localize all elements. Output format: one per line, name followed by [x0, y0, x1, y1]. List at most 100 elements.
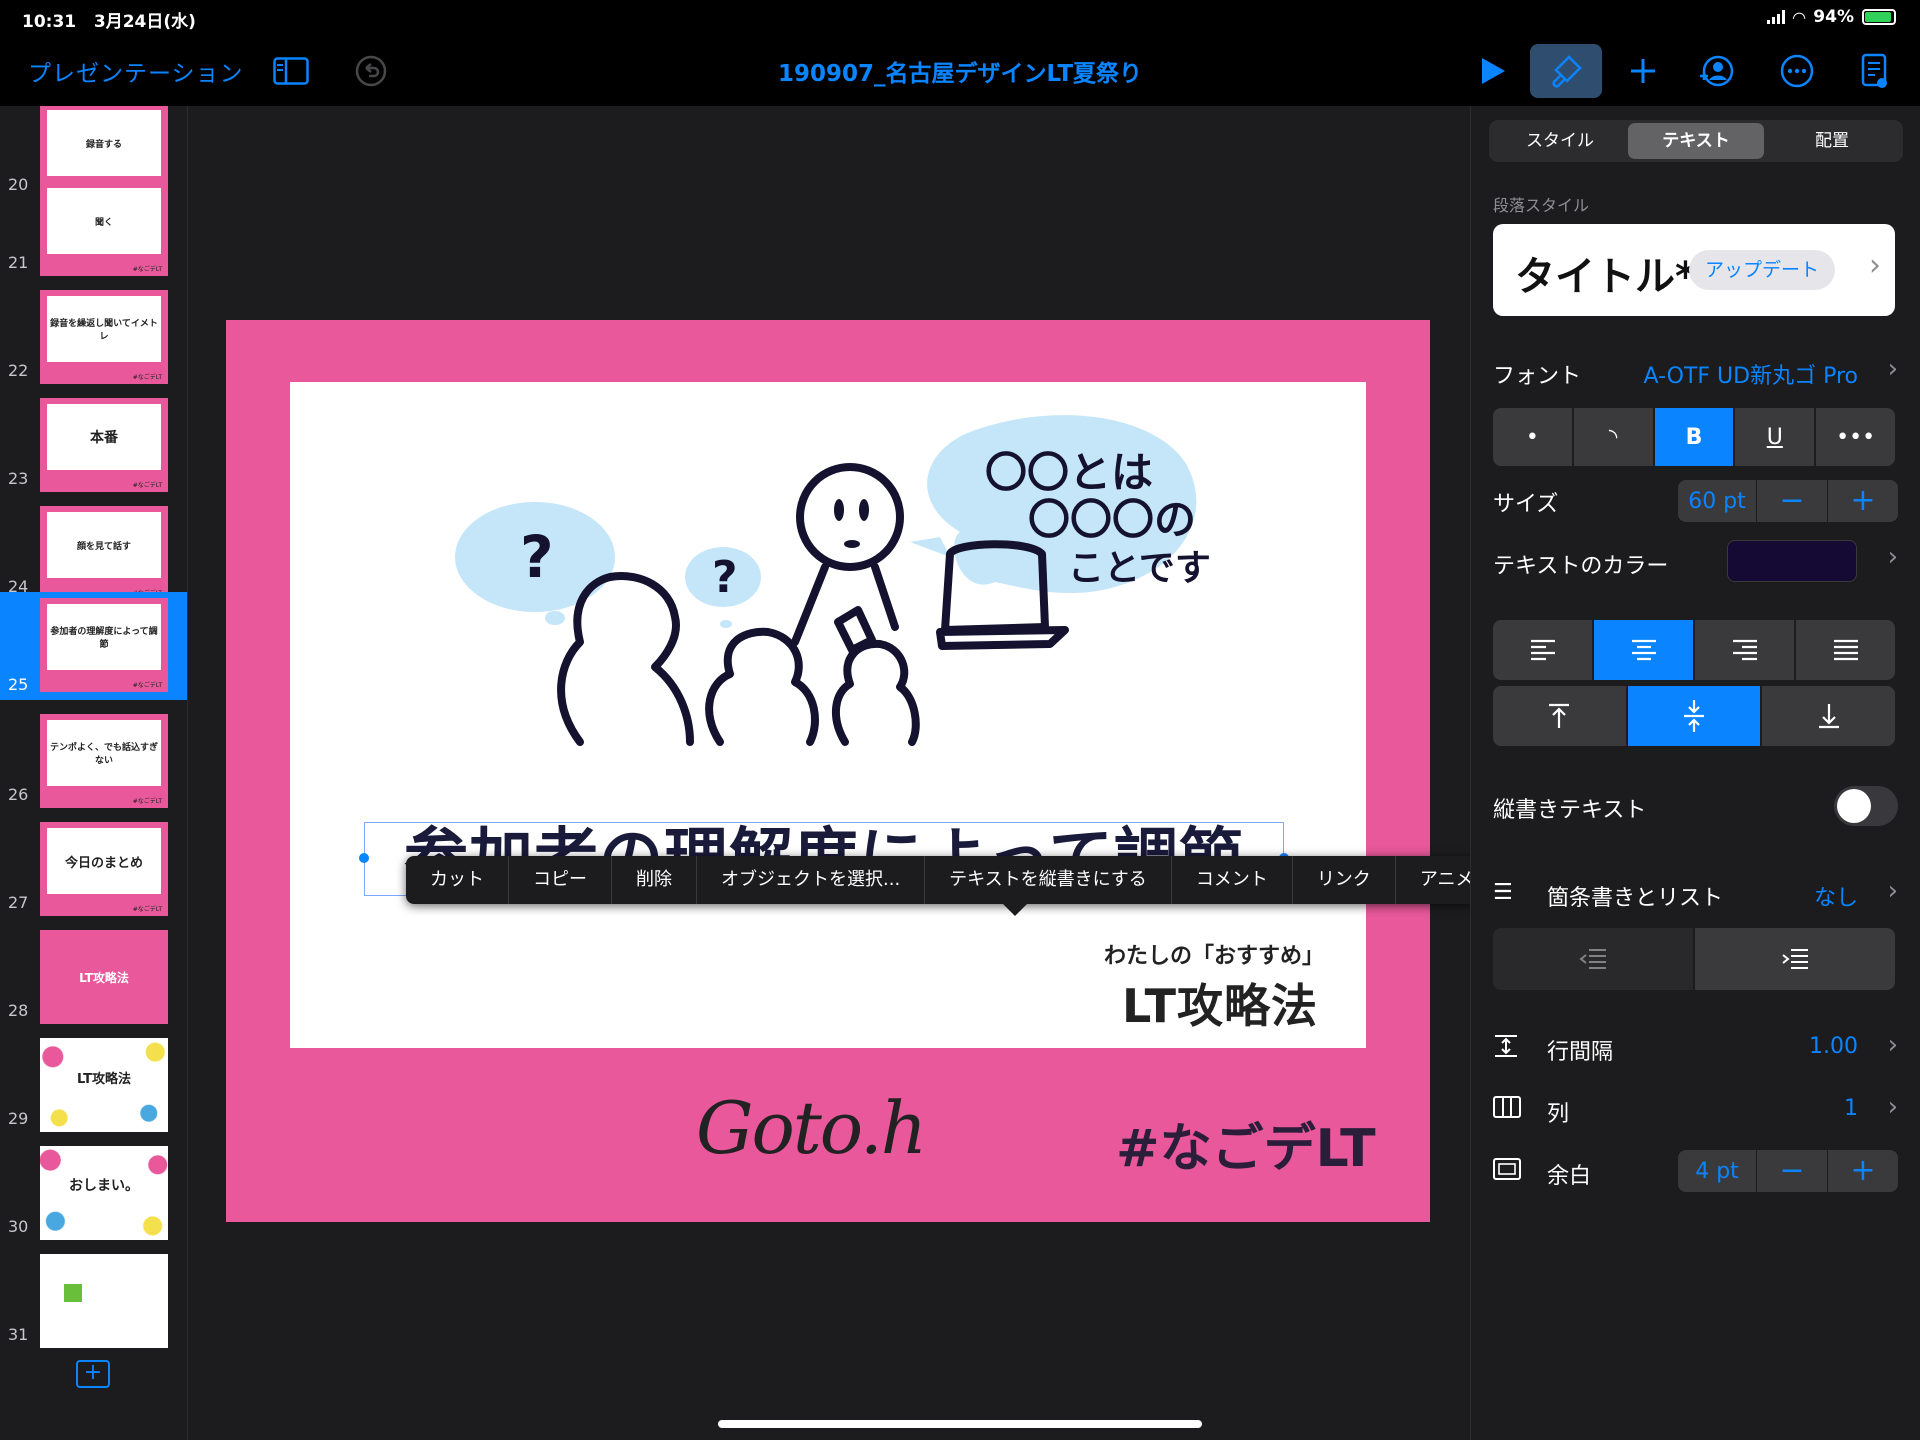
- thumb-text: LT攻略法: [77, 1071, 131, 1087]
- clock: 10:31: [22, 12, 77, 32]
- delete-menu-item[interactable]: 削除: [612, 856, 697, 904]
- bullets-value[interactable]: なし: [1814, 880, 1858, 912]
- slide-content-card: ? ? 〇〇とは 〇〇〇の ことです わたしの「おすすめ」 LT攻略法: [290, 382, 1366, 1048]
- align-right-icon[interactable]: [1695, 620, 1794, 680]
- vertical-text-toggle[interactable]: [1834, 786, 1898, 826]
- chevron-right-icon: ›: [1887, 1030, 1898, 1060]
- font-value[interactable]: A-OTF UD新丸ゴ Pro: [1644, 358, 1858, 390]
- comment-menu-item[interactable]: コメント: [1172, 856, 1293, 904]
- font-size-stepper: 60 pt − +: [1678, 480, 1898, 522]
- paragraph-style-picker[interactable]: タイトル* アップデート ›: [1493, 224, 1895, 316]
- tagline-big: LT攻略法: [1121, 979, 1319, 1033]
- slide-number: 28: [8, 1001, 29, 1020]
- thumb-footer: #なごデLT: [132, 482, 162, 489]
- tab-style[interactable]: スタイル: [1492, 123, 1628, 159]
- slide-thumbnail-29[interactable]: LT攻略法 29: [0, 1030, 187, 1134]
- add-icon[interactable]: [1620, 48, 1666, 94]
- margin-label: 余白: [1547, 1164, 1592, 1189]
- slide-number: 26: [8, 785, 29, 804]
- slide-thumbnail-30[interactable]: おしまい。 30: [0, 1138, 187, 1242]
- justify-icon[interactable]: [1796, 620, 1895, 680]
- tab-arrange[interactable]: 配置: [1764, 123, 1900, 159]
- inspector-tabs: スタイル テキスト 配置: [1489, 120, 1903, 162]
- align-left-icon[interactable]: [1493, 620, 1592, 680]
- bullets-label: 箇条書きとリスト: [1547, 886, 1724, 911]
- slide-thumbnail-22[interactable]: 録音を繰返し聞いてイメトレ #なごデLT 22: [0, 282, 187, 386]
- slide-thumbnail-28[interactable]: LT攻略法 28: [0, 922, 187, 1026]
- thumb-text: 今日のまとめ: [47, 828, 161, 894]
- slide-thumbnail-31[interactable]: 31: [0, 1246, 187, 1350]
- add-slide-button[interactable]: +: [76, 1360, 110, 1388]
- columns-value[interactable]: 1: [1844, 1096, 1858, 1121]
- text-color-swatch[interactable]: [1727, 540, 1857, 582]
- green-square-shape: [64, 1284, 82, 1302]
- current-slide[interactable]: ? ? 〇〇とは 〇〇〇の ことです わたしの「おすすめ」 LT攻略法 Goto…: [226, 320, 1430, 1222]
- document-info-icon[interactable]: [1852, 48, 1898, 94]
- question-mark-1: ?: [520, 523, 554, 591]
- line-spacing-value[interactable]: 1.00: [1809, 1034, 1858, 1059]
- outdent-icon[interactable]: [1493, 928, 1693, 990]
- update-style-button[interactable]: アップデート: [1689, 250, 1836, 290]
- indent-buttons: [1493, 928, 1895, 990]
- font-label: フォント: [1493, 364, 1582, 389]
- bold-button[interactable]: B: [1654, 408, 1734, 466]
- hashtag-text[interactable]: #なごデLT: [1116, 1106, 1376, 1181]
- vertical-alignment-buttons: [1493, 686, 1895, 746]
- slide-thumbnail-21[interactable]: 聞く #なごデLT 21: [0, 174, 187, 278]
- author-logo[interactable]: Goto.h: [696, 1086, 927, 1170]
- status-indicators: ◠ 94%: [1766, 7, 1896, 27]
- format-brush-icon[interactable]: [1530, 44, 1602, 98]
- audience-illustration[interactable]: ? ? 〇〇とは 〇〇〇の ことです: [290, 382, 1366, 748]
- link-menu-item[interactable]: リンク: [1293, 856, 1396, 904]
- tab-text[interactable]: テキスト: [1628, 123, 1764, 159]
- resize-handle-left[interactable]: [359, 853, 369, 863]
- tagline[interactable]: わたしの「おすすめ」 LT攻略法: [1103, 934, 1324, 1044]
- align-middle-icon[interactable]: [1627, 686, 1761, 746]
- thumb-text: 顔を見て話す: [47, 512, 161, 578]
- increase-margin-button[interactable]: +: [1827, 1150, 1898, 1192]
- thumb-footer: #なごデLT: [132, 906, 162, 913]
- style-options-button[interactable]: •: [1493, 408, 1572, 466]
- line-spacing-label: 行間隔: [1547, 1040, 1614, 1065]
- columns-label: 列: [1547, 1102, 1570, 1127]
- slide-thumbnail-25[interactable]: 参加者の理解度によって調節 #なごデLT 25: [0, 592, 187, 700]
- play-icon[interactable]: [1470, 48, 1516, 94]
- collaborate-icon[interactable]: [1694, 48, 1740, 94]
- speech-text-1: 〇〇とは: [985, 448, 1153, 497]
- align-top-icon[interactable]: [1493, 686, 1626, 746]
- chevron-right-icon: ›: [1887, 542, 1898, 572]
- cut-menu-item[interactable]: カット: [406, 856, 509, 904]
- thumb-text: おしまい。: [69, 1178, 139, 1194]
- slide-thumbnail-27[interactable]: 今日のまとめ #なごデLT 27: [0, 814, 187, 918]
- indent-icon[interactable]: [1695, 928, 1895, 990]
- italic-button[interactable]: ◝: [1573, 408, 1653, 466]
- increase-size-button[interactable]: +: [1827, 480, 1898, 522]
- more-icon[interactable]: [1774, 48, 1820, 94]
- decrease-size-button[interactable]: −: [1756, 480, 1827, 522]
- slide-thumbnail-23[interactable]: 本番 #なごデLT 23: [0, 390, 187, 494]
- home-indicator[interactable]: [718, 1420, 1202, 1428]
- decrease-margin-button[interactable]: −: [1756, 1150, 1827, 1192]
- thumb-text: 録音する: [47, 110, 161, 176]
- thumb-text: 本番: [47, 404, 161, 470]
- wifi-icon: ◠: [1792, 7, 1806, 27]
- paragraph-style-label: 段落スタイル: [1493, 196, 1590, 215]
- slide-number: 27: [8, 893, 29, 912]
- select-objects-menu-item[interactable]: オブジェクトを選択...: [697, 856, 926, 904]
- underline-button[interactable]: U: [1735, 408, 1815, 466]
- align-center-icon[interactable]: [1594, 620, 1693, 680]
- vertical-text-menu-item[interactable]: テキストを縦書きにする: [925, 856, 1172, 904]
- thumb-text: 聞く: [47, 188, 161, 254]
- question-mark-2: ?: [712, 552, 738, 603]
- columns-icon: [1493, 1096, 1521, 1124]
- tagline-small: わたしの「おすすめ」: [1103, 944, 1324, 969]
- list-icon: ☰: [1493, 880, 1513, 905]
- margin-value[interactable]: 4 pt: [1678, 1159, 1756, 1184]
- date: 3月24日(水): [93, 12, 196, 32]
- font-size-value[interactable]: 60 pt: [1678, 489, 1756, 514]
- slide-thumbnail-24[interactable]: 顔を見て話す#なごデLT 24: [0, 498, 187, 602]
- more-text-options-button[interactable]: •••: [1816, 408, 1895, 466]
- align-bottom-icon[interactable]: [1762, 686, 1895, 746]
- slide-thumbnail-26[interactable]: テンポよく、でも話込すぎない #なごデLT 26: [0, 706, 187, 810]
- copy-menu-item[interactable]: コピー: [509, 856, 612, 904]
